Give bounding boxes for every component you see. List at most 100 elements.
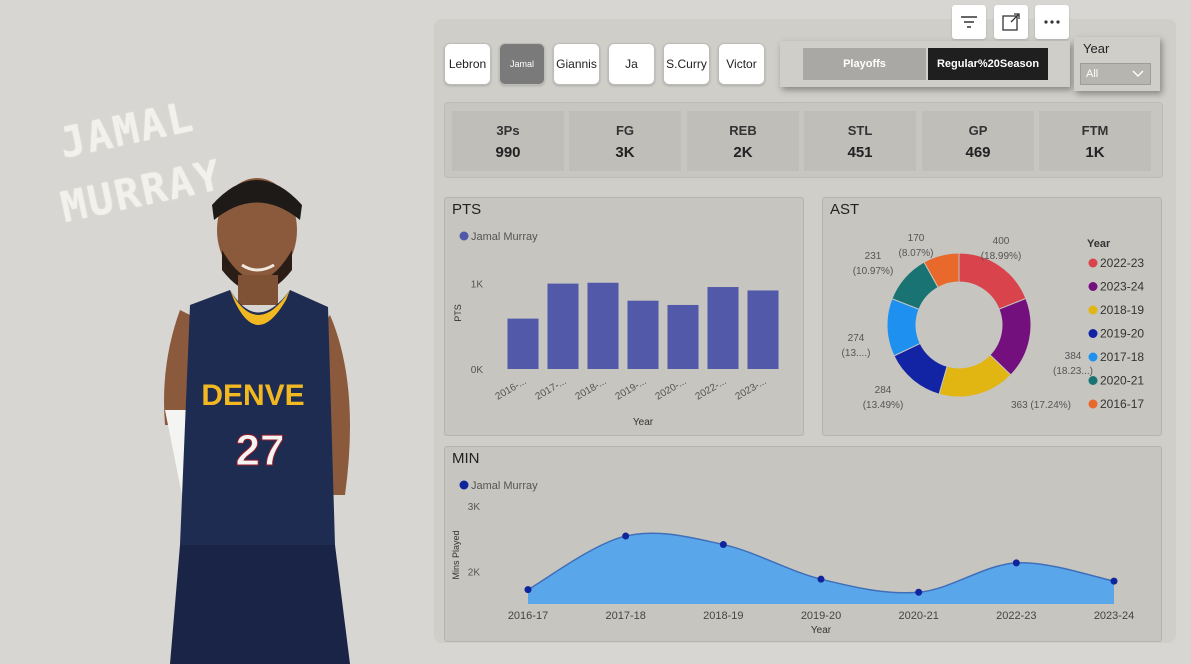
player-button-label: Jamal [509,59,534,69]
bar [507,318,539,369]
kpi-label: FTM [1081,123,1109,138]
regular-season-toggle[interactable]: Regular%20Season [928,48,1048,80]
data-point [817,575,825,583]
player-button-victor[interactable]: Victor [718,43,765,85]
x-axis-label: Year [811,625,832,636]
y-axis-label: Mins Played [451,530,461,579]
x-tick-label: 2018-... [574,376,609,402]
legend-label: 2022-23 [1100,256,1144,270]
kpi-card: FTM 1K [1039,111,1151,171]
svg-text:27: 27 [236,426,285,475]
player-button-label: Giannis [556,57,597,71]
x-tick-label: 2022-23 [996,610,1036,622]
slice-pct-label: (13.49%) [863,400,904,411]
chevron-down-icon [1132,70,1144,77]
kpi-card: FG 3K [569,111,681,171]
player-button-lebron[interactable]: Lebron [444,43,491,85]
x-tick-label: 2023-24 [1094,610,1134,622]
x-axis-label: Year [633,417,654,428]
player-button-jamal[interactable]: Jamal [499,43,545,85]
legend-marker [1088,282,1098,291]
kpi-value: 1K [1085,144,1105,161]
bar [747,290,779,369]
slice-value-label: 384 [1065,351,1082,362]
more-options-icon[interactable] [1035,5,1069,39]
x-tick-label: 2016-... [494,376,529,402]
kpi-label: 3Ps [496,123,520,138]
data-point [915,588,923,596]
focus-mode-icon[interactable] [994,5,1028,39]
player-button-scurry[interactable]: S.Curry [663,43,710,85]
x-tick-label: 2017-18 [605,610,645,622]
y-tick-label: 3K [468,502,481,513]
x-tick-label: 2017-... [534,376,569,402]
bar [707,287,739,369]
kpi-label: REB [729,123,757,138]
legend-label: Jamal Murray [471,480,538,492]
year-filter-label: Year [1083,41,1110,56]
legend-label: 2019-20 [1100,327,1144,341]
legend-label: 2016-17 [1100,397,1144,411]
player-button-label: S.Curry [666,57,707,71]
slice-value-label: 274 [848,333,865,344]
slice-data-label: 363 (17.24%) [1011,400,1071,411]
y-tick-label: 0K [471,365,484,376]
slice-value-label: 170 [908,233,925,244]
kpi-value: 469 [965,144,991,161]
kpi-label: GP [968,123,988,138]
year-dropdown[interactable]: All [1080,63,1151,85]
kpi-card: 3Ps 990 [452,111,564,171]
legend-label: 2020-21 [1100,374,1144,388]
bar [667,304,699,369]
x-tick-label: 2022-... [694,376,729,402]
legend-label: 2018-19 [1100,303,1144,317]
player-photo: DENVE 27 [164,178,350,664]
kpi-value: 2K [733,144,753,161]
legend-title: Year [1087,238,1111,250]
y-tick-label: 2K [468,567,481,578]
x-tick-label: 2019-20 [801,610,841,622]
ast-donut-chart: 400 (18.99%) 384 (18.23...) 363 (17.24%) 284 (… [842,233,1145,411]
legend-marker [459,231,469,241]
kpi-row: 3Ps 990 FG 3K REB 2K STL 451 GP 469 FTM 1K [444,102,1163,178]
kpi-value: 451 [847,144,873,161]
ast-chart-card: AST 400 (18.99%) 384 (18.23...) 363 (17.24%)… [822,197,1162,436]
slice-pct-label: (18.23...) [1053,366,1093,377]
data-point [1012,559,1020,567]
legend-label: Jamal Murray [471,231,538,243]
area-fill [528,533,1114,604]
legend-label: 2023-24 [1100,280,1144,294]
filter-icon[interactable] [952,5,986,39]
legend-marker [1088,329,1098,338]
x-tick-label: 2019-... [614,376,649,402]
slice-pct-label: (10.97%) [853,266,894,277]
min-chart-card: MIN Jamal Murray 2K 3K Mins Played 2016-17 20… [444,446,1162,642]
legend-marker [1088,305,1098,315]
legend-marker [459,480,469,490]
slice-value-label: 284 [875,385,892,396]
kpi-value: 990 [495,144,521,161]
data-point [524,586,532,594]
player-button-label: Victor [726,57,757,71]
slice-pct-label: (8.07%) [898,248,933,259]
data-point [719,541,727,549]
bar [547,283,579,369]
player-button-ja[interactable]: Ja [608,43,655,85]
kpi-card: REB 2K [687,111,799,171]
season-type-slicer: Playoffs Regular%20Season [780,41,1070,87]
x-tick-label: 2018-19 [703,610,743,622]
kpi-card: STL 451 [804,111,916,171]
slice-pct-label: (18.99%) [981,251,1022,262]
year-filter: Year All [1074,37,1160,91]
kpi-card: GP 469 [922,111,1034,171]
y-tick-label: 1K [471,280,484,291]
legend-marker [1088,258,1098,268]
slice-value-label: 400 [993,236,1010,247]
pts-bar-chart: Jamal Murray 0K 1K PTS 2016-... 2017-... 2018-… [453,231,779,428]
player-button-giannis[interactable]: Giannis [553,43,600,85]
data-point [1110,577,1118,585]
data-point [622,532,630,540]
kpi-value: 3K [615,144,635,161]
playoffs-toggle[interactable]: Playoffs [803,48,926,80]
min-area-chart: Jamal Murray 2K 3K Mins Played 2016-17 2017-1… [451,480,1134,636]
